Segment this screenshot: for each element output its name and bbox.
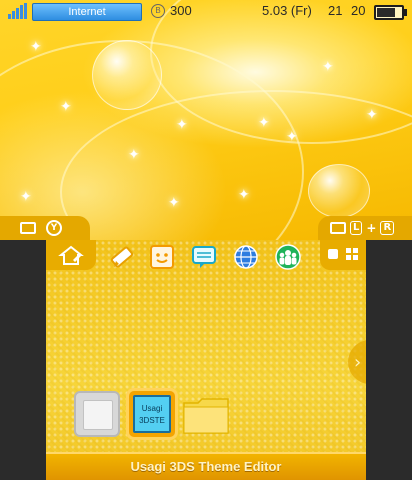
folder-icon[interactable] bbox=[182, 395, 230, 435]
play-coin-count: 300 bbox=[170, 3, 192, 18]
battery-level bbox=[377, 8, 396, 17]
sparkle-decoration: ✦ bbox=[286, 129, 298, 145]
camera-shortcut-hint: Y bbox=[0, 216, 90, 240]
sparkle-decoration: ✦ bbox=[366, 107, 378, 123]
layout-options bbox=[320, 240, 366, 270]
sparkle-decoration: ✦ bbox=[128, 147, 140, 163]
clock-minute: 20 bbox=[351, 3, 366, 18]
y-button-icon: Y bbox=[46, 220, 62, 236]
friends-icon[interactable] bbox=[274, 243, 302, 271]
screenshot-shortcut-hint: L + R bbox=[318, 216, 412, 240]
sparkle-decoration: ✦ bbox=[60, 99, 72, 115]
empty-app-slot[interactable] bbox=[74, 391, 120, 437]
r-button-icon: R bbox=[380, 221, 395, 235]
play-coin-icon: B bbox=[151, 4, 165, 18]
signal-strength-icon bbox=[8, 3, 28, 19]
app-icon-label-line1: Usagi bbox=[141, 404, 163, 413]
app-icon-label-line2: 3DSTE bbox=[139, 416, 165, 425]
l-button-icon: L bbox=[350, 221, 363, 235]
chat-icon[interactable] bbox=[190, 243, 218, 271]
bubble-decoration bbox=[308, 164, 370, 218]
bottom-screen: › Usagi 3DSTE Usagi 3DS Theme Editor bbox=[46, 240, 366, 480]
sparkle-decoration: ✦ bbox=[30, 39, 42, 55]
zoom-toggle-button[interactable] bbox=[328, 249, 338, 259]
camera-box-icon bbox=[20, 222, 36, 234]
sparkle-decoration: ✦ bbox=[238, 187, 250, 203]
grid-icon bbox=[346, 248, 351, 253]
bubble-decoration bbox=[92, 40, 162, 110]
sparkle-decoration: ✦ bbox=[258, 115, 270, 131]
home-settings-button[interactable] bbox=[46, 240, 96, 270]
top-screen: ✦ ✦ ✦ ✦ ✦ ✦ ✦ ✦ ✦ ✦ ✦ Internet B 300 5.0… bbox=[0, 0, 412, 240]
camera-icon bbox=[330, 222, 346, 234]
selected-app-slot[interactable]: Usagi 3DSTE bbox=[126, 388, 178, 440]
sparkle-decoration: ✦ bbox=[176, 117, 188, 133]
top-icon-bar bbox=[46, 240, 366, 274]
clock-hour: 21 bbox=[328, 3, 343, 18]
usagi-app-icon: Usagi 3DSTE bbox=[133, 395, 171, 433]
globe-icon[interactable] bbox=[232, 243, 260, 271]
battery-icon bbox=[374, 5, 407, 20]
connection-status: Internet bbox=[32, 3, 142, 21]
home-icon bbox=[58, 245, 84, 265]
sparkle-decoration: ✦ bbox=[20, 189, 32, 205]
sparkle-decoration: ✦ bbox=[322, 59, 334, 75]
grid-view-button[interactable] bbox=[346, 248, 358, 260]
smiley-icon[interactable] bbox=[148, 243, 176, 271]
plus-sign: + bbox=[366, 221, 377, 235]
pencil-icon[interactable] bbox=[108, 243, 136, 271]
footer-title: Usagi 3DS Theme Editor bbox=[46, 452, 366, 480]
chevron-right-icon: › bbox=[354, 352, 362, 373]
sparkle-decoration: ✦ bbox=[168, 195, 180, 211]
status-bar: Internet B 300 5.03 (Fr) 21 20 bbox=[0, 0, 412, 22]
date-display: 5.03 (Fr) bbox=[262, 3, 312, 18]
